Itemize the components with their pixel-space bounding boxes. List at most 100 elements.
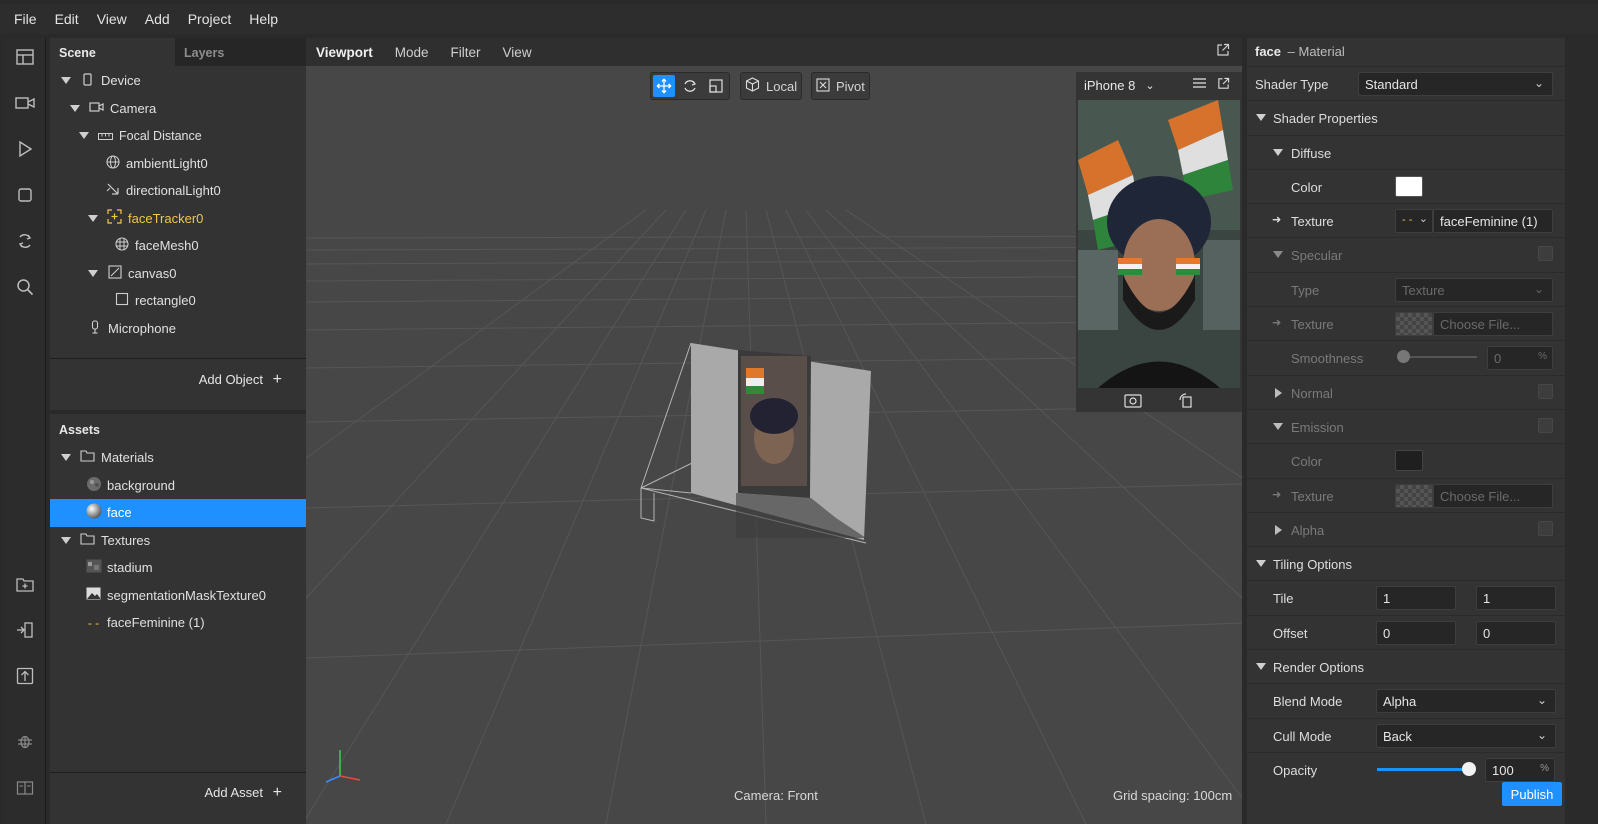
expand-arrow-icon[interactable] xyxy=(1273,251,1283,259)
tab-view[interactable]: View xyxy=(503,45,532,60)
tab-viewport[interactable]: Viewport xyxy=(316,45,373,60)
upload-icon[interactable] xyxy=(12,663,38,689)
tile-y-field[interactable]: 1 xyxy=(1476,586,1556,611)
asset-item-face-feminine[interactable]: - - faceFeminine (1) xyxy=(50,609,306,637)
tab-layers[interactable]: Layers xyxy=(175,38,300,66)
expand-arrow-icon[interactable] xyxy=(61,77,71,85)
tree-item-camera[interactable]: Camera xyxy=(50,95,306,123)
menu-help[interactable]: Help xyxy=(249,11,278,27)
asset-item-background[interactable]: background xyxy=(50,472,306,500)
link-arrow-icon[interactable]: ➜ xyxy=(1272,213,1281,226)
normal-header[interactable]: Normal xyxy=(1247,374,1565,409)
menu-project[interactable]: Project xyxy=(188,11,232,27)
add-object-button[interactable]: Add Object + xyxy=(199,371,282,389)
menu-view[interactable]: View xyxy=(97,11,127,27)
hamburger-icon[interactable] xyxy=(1193,77,1206,92)
layout-icon[interactable] xyxy=(12,44,38,70)
diffuse-header[interactable]: Diffuse xyxy=(1247,134,1565,169)
device-simulator[interactable]: iPhone 8 ⌄ xyxy=(1076,72,1242,412)
book-icon[interactable] xyxy=(12,775,38,801)
viewport[interactable]: Viewport Mode Filter View Local Pivot iP… xyxy=(306,38,1242,824)
offset-x-field[interactable]: 0 xyxy=(1376,620,1456,645)
link-arrow-icon[interactable]: ➜ xyxy=(1272,488,1281,501)
checker-thumbnail-icon[interactable] xyxy=(1395,312,1433,337)
checker-thumbnail-icon[interactable] xyxy=(1395,483,1433,508)
move-tool-icon[interactable] xyxy=(653,75,675,97)
tree-item-microphone[interactable]: Microphone xyxy=(50,315,306,343)
emission-header[interactable]: Emission xyxy=(1247,408,1565,443)
asset-folder-materials[interactable]: Materials xyxy=(50,444,306,472)
smoothness-field[interactable]: 0 % xyxy=(1487,346,1553,371)
alpha-header[interactable]: Alpha xyxy=(1247,511,1565,546)
choose-file-field[interactable]: Choose File... xyxy=(1433,312,1553,337)
blend-mode-select[interactable]: Alpha ⌄ xyxy=(1376,689,1556,714)
diffuse-texture-thumb[interactable]: - - ⌄ xyxy=(1395,209,1433,234)
alpha-checkbox[interactable] xyxy=(1538,520,1553,536)
publish-button[interactable]: Publish xyxy=(1502,782,1562,806)
menu-file[interactable]: File xyxy=(14,11,37,27)
asset-item-stadium[interactable]: stadium xyxy=(50,554,306,582)
tree-item-ambient-light[interactable]: ambientLight0 xyxy=(50,150,306,178)
expand-arrow-icon[interactable] xyxy=(79,132,89,140)
rotate-device-icon[interactable] xyxy=(1178,392,1194,414)
collapse-arrow-icon[interactable] xyxy=(1275,387,1282,398)
bug-icon[interactable] xyxy=(12,728,38,754)
specular-type-select[interactable]: Texture ⌄ xyxy=(1395,277,1553,302)
emission-color-swatch[interactable] xyxy=(1395,450,1423,472)
collapse-arrow-icon[interactable] xyxy=(1275,524,1282,535)
asset-item-face[interactable]: face xyxy=(50,499,306,527)
device-selector[interactable]: iPhone 8 xyxy=(1084,78,1135,93)
tree-item-focal-distance[interactable]: Focal Distance xyxy=(50,122,306,150)
shader-properties-header[interactable]: Shader Properties xyxy=(1247,100,1565,134)
slider-handle[interactable] xyxy=(1462,761,1476,776)
opacity-field[interactable]: 100 % xyxy=(1485,757,1555,782)
tiling-options-header[interactable]: Tiling Options xyxy=(1247,546,1565,580)
tree-item-face-mesh[interactable]: faceMesh0 xyxy=(50,232,306,260)
menu-edit[interactable]: Edit xyxy=(55,11,79,27)
tab-scene[interactable]: Scene xyxy=(50,38,175,66)
asset-item-segmentation-mask[interactable]: segmentationMaskTexture0 xyxy=(50,582,306,610)
chevron-down-icon[interactable]: ⌄ xyxy=(1145,79,1154,92)
link-arrow-icon[interactable]: ➜ xyxy=(1272,316,1281,329)
expand-arrow-icon[interactable] xyxy=(1256,560,1266,568)
render-options-header[interactable]: Render Options xyxy=(1247,649,1565,683)
normal-checkbox[interactable] xyxy=(1538,383,1553,399)
expand-arrow-icon[interactable] xyxy=(1256,663,1266,671)
specular-header[interactable]: Specular xyxy=(1247,237,1565,271)
expand-arrow-icon[interactable] xyxy=(88,214,98,222)
diffuse-color-swatch[interactable] xyxy=(1395,175,1423,197)
expand-arrow-icon[interactable] xyxy=(88,269,98,277)
add-folder-icon[interactable] xyxy=(12,571,38,597)
refresh-icon[interactable] xyxy=(12,228,38,254)
expand-arrow-icon[interactable] xyxy=(70,104,80,112)
cull-mode-select[interactable]: Back ⌄ xyxy=(1376,723,1556,748)
stop-icon[interactable] xyxy=(12,182,38,208)
asset-folder-textures[interactable]: Textures xyxy=(50,527,306,555)
expand-arrow-icon[interactable] xyxy=(1273,148,1283,156)
pivot-button[interactable]: Pivot xyxy=(811,72,870,100)
tree-item-face-tracker[interactable]: faceTracker0 xyxy=(50,205,306,233)
popout-icon[interactable] xyxy=(1217,77,1230,93)
slider-handle[interactable] xyxy=(1397,350,1410,364)
emission-checkbox[interactable] xyxy=(1538,417,1553,433)
menu-add[interactable]: Add xyxy=(145,11,170,27)
add-asset-button[interactable]: Add Asset + xyxy=(204,784,282,802)
offset-y-field[interactable]: 0 xyxy=(1476,620,1556,645)
tree-item-canvas[interactable]: canvas0 xyxy=(50,260,306,288)
scale-tool-icon[interactable] xyxy=(705,75,727,97)
shader-type-select[interactable]: Standard ⌄ xyxy=(1358,72,1553,96)
expand-arrow-icon[interactable] xyxy=(1273,422,1283,430)
tree-item-device[interactable]: Device xyxy=(50,67,306,95)
import-icon[interactable] xyxy=(12,617,38,643)
specular-checkbox[interactable] xyxy=(1538,246,1553,262)
local-button[interactable]: Local xyxy=(740,72,803,100)
tab-mode[interactable]: Mode xyxy=(395,45,429,60)
expand-arrow-icon[interactable] xyxy=(61,536,71,544)
rotate-tool-icon[interactable] xyxy=(679,75,701,97)
popout-icon[interactable] xyxy=(1216,43,1230,60)
play-icon[interactable] xyxy=(12,136,38,162)
expand-arrow-icon[interactable] xyxy=(61,454,71,462)
opacity-slider[interactable] xyxy=(1377,767,1469,771)
tree-item-rectangle[interactable]: rectangle0 xyxy=(50,287,306,315)
diffuse-texture-field[interactable]: faceFeminine (1) xyxy=(1433,209,1553,234)
